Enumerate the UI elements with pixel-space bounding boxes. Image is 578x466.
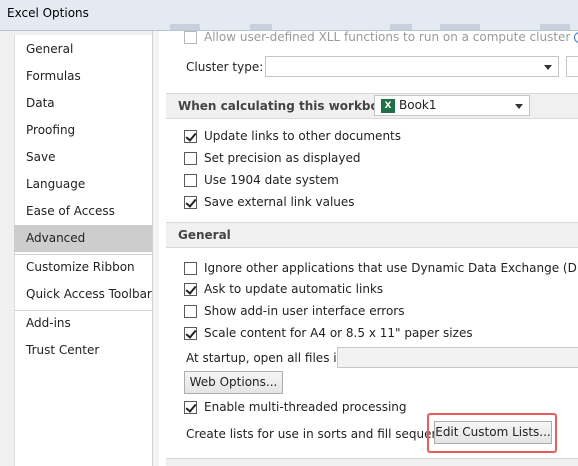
general-section-title: General (178, 228, 231, 242)
scale-content-label: Scale content for A4 or 8.5 x 11" paper … (204, 326, 473, 340)
update-links-option[interactable]: Update links to other documents (184, 127, 401, 145)
dde-checkbox[interactable] (184, 261, 197, 275)
precision-checkbox[interactable] (184, 151, 197, 165)
dde-option[interactable]: Ignore other applications that use Dynam… (184, 259, 578, 277)
update-links-checkbox[interactable] (184, 129, 197, 143)
highlight-box (427, 413, 557, 453)
nav-item-data[interactable]: Data (14, 90, 152, 117)
addin-errors-label: Show add-in user interface errors (204, 304, 405, 318)
title-bar: Excel Options (0, 0, 578, 31)
workbook-section-title: When calculating this workbook: (178, 99, 400, 113)
options-button-clipped[interactable] (566, 56, 578, 77)
dde-label: Ignore other applications that use Dynam… (204, 261, 578, 275)
allow-xll-option[interactable]: Allow user-defined XLL functions to run … (184, 28, 578, 46)
chevron-down-icon (515, 104, 523, 109)
chevron-down-icon (544, 65, 552, 70)
web-options-button[interactable]: Web Options... (184, 371, 283, 394)
date-system-option[interactable]: Use 1904 date system (184, 171, 339, 189)
startup-folder-label: At startup, open all files in: (186, 351, 349, 365)
workbook-dropdown[interactable]: X Book1 (374, 95, 530, 116)
cluster-type-label: Cluster type: (186, 60, 264, 74)
addin-errors-option[interactable]: Show add-in user interface errors (184, 302, 405, 320)
scale-content-option[interactable]: Scale content for A4 or 8.5 x 11" paper … (184, 324, 473, 342)
update-links-label: Update links to other documents (204, 129, 402, 143)
nav-item-general[interactable]: General (14, 36, 152, 63)
auto-links-checkbox[interactable] (184, 282, 197, 296)
external-links-option[interactable]: Save external link values (184, 193, 355, 211)
info-icon[interactable]: i (574, 31, 578, 43)
allow-xll-checkbox[interactable] (184, 30, 197, 44)
nav-item-add-ins[interactable]: Add-ins (14, 310, 152, 337)
custom-lists-label: Create lists for use in sorts and fill s… (186, 427, 464, 441)
multithread-label: Enable multi-threaded processing (204, 400, 407, 414)
multithread-checkbox[interactable] (184, 400, 197, 414)
cluster-type-dropdown[interactable] (265, 56, 559, 77)
external-links-label: Save external link values (204, 195, 355, 209)
startup-folder-input[interactable] (337, 347, 578, 368)
window-title: Excel Options (7, 6, 89, 20)
multithread-option[interactable]: Enable multi-threaded processing (184, 398, 407, 416)
allow-xll-label: Allow user-defined XLL functions to run … (204, 30, 571, 44)
nav-item-formulas[interactable]: Formulas (14, 63, 152, 90)
next-section-header (166, 458, 578, 466)
general-section-header: General (166, 222, 578, 248)
nav-item-save[interactable]: Save (14, 144, 152, 171)
auto-links-label: Ask to update automatic links (204, 282, 384, 296)
addin-errors-checkbox[interactable] (184, 304, 197, 318)
workbook-value: Book1 (399, 98, 437, 112)
nav-item-language[interactable]: Language (14, 171, 152, 198)
date-system-label: Use 1904 date system (204, 173, 339, 187)
external-links-checkbox[interactable] (184, 195, 197, 209)
precision-label: Set precision as displayed (204, 151, 361, 165)
date-system-checkbox[interactable] (184, 173, 197, 187)
nav-item-ease-of-access[interactable]: Ease of Access (14, 198, 152, 225)
excel-workbook-icon: X (381, 99, 395, 113)
nav-item-trust-center[interactable]: Trust Center (14, 337, 152, 364)
nav-item-quick-access-toolbar[interactable]: Quick Access Toolbar (14, 281, 152, 308)
nav-item-advanced[interactable]: Advanced (14, 225, 152, 252)
auto-links-option[interactable]: Ask to update automatic links (184, 280, 383, 298)
splitter (152, 31, 159, 466)
scale-content-checkbox[interactable] (184, 326, 197, 340)
nav-item-proofing[interactable]: Proofing (14, 117, 152, 144)
nav-item-customize-ribbon[interactable]: Customize Ribbon (14, 254, 152, 281)
precision-option[interactable]: Set precision as displayed (184, 149, 361, 167)
